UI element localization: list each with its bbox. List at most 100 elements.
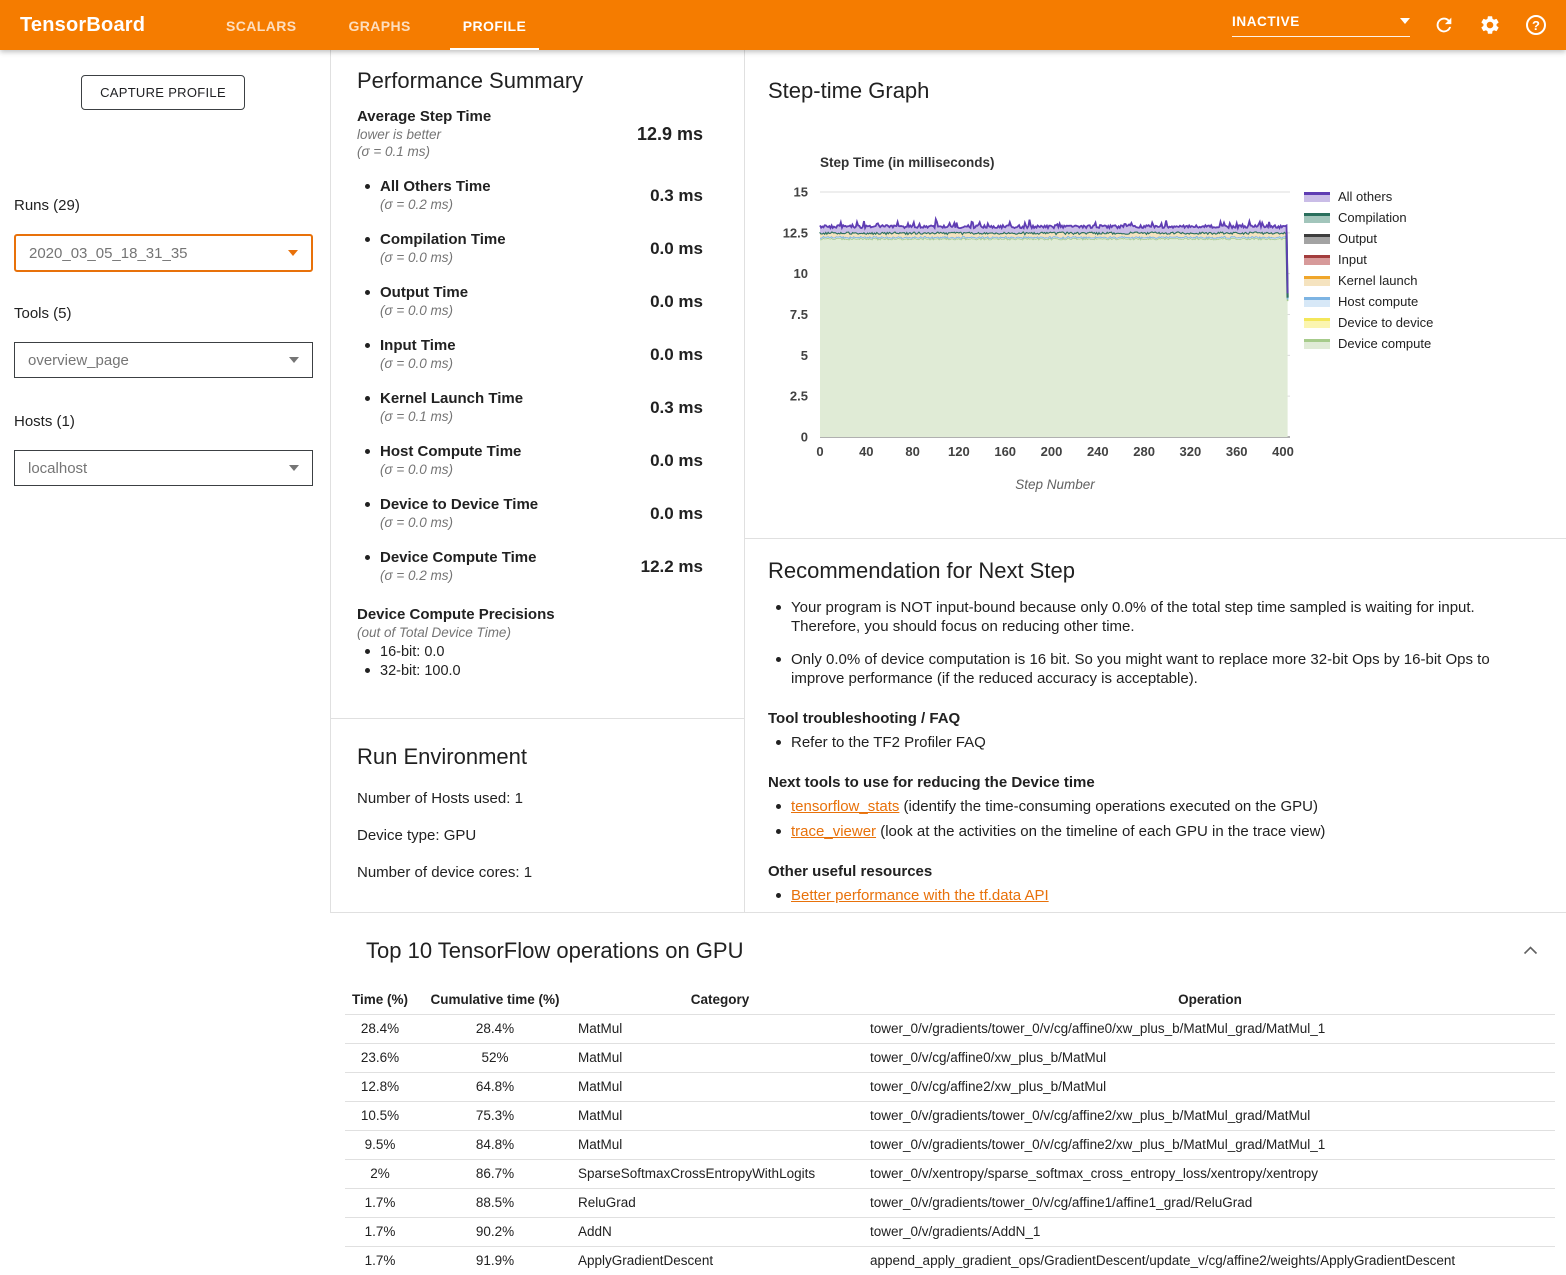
tab-scalars[interactable]: SCALARS: [213, 0, 309, 50]
performance-summary-section: Performance Summary Average Step Time lo…: [330, 50, 744, 679]
table-cell: ApplyGradientDescent: [575, 1246, 865, 1275]
table-row: 1.7%91.9%ApplyGradientDescentappend_appl…: [345, 1246, 1555, 1275]
svg-text:10: 10: [794, 266, 808, 281]
faq-header: Tool troubleshooting / FAQ: [768, 710, 1532, 727]
precision-item: 32-bit: 100.0: [357, 663, 703, 679]
metric-sigma: (σ = 0.1 ms): [380, 408, 523, 425]
table-cell: 86.7%: [415, 1159, 575, 1188]
settings-gear-icon[interactable]: [1478, 13, 1502, 37]
table-cell: tower_0/v/gradients/AddN_1: [865, 1217, 1555, 1246]
metric-sigma: (σ = 0.2 ms): [380, 196, 491, 213]
metric-row: Compilation Time(σ = 0.0 ms)0.0 ms: [357, 231, 703, 266]
svg-text:Output: Output: [1338, 231, 1377, 246]
recommendation-bullet: Your program is NOT input-bound because …: [768, 598, 1532, 636]
tool-link[interactable]: trace_viewer: [791, 823, 876, 840]
metric-value: 0.0 ms: [650, 239, 703, 259]
svg-text:280: 280: [1133, 444, 1155, 459]
metric-row: Kernel Launch Time(σ = 0.1 ms)0.3 ms: [357, 390, 703, 425]
svg-text:0: 0: [816, 444, 823, 459]
table-cell: 90.2%: [415, 1217, 575, 1246]
svg-text:15: 15: [794, 185, 808, 200]
bullet: [776, 804, 781, 809]
tool-item: trace_viewer (look at the activities on …: [768, 822, 1532, 841]
metric-label: All Others Time: [380, 178, 491, 196]
svg-text:Device to device: Device to device: [1338, 315, 1433, 330]
metric-sigma: (σ = 0.0 ms): [380, 461, 521, 478]
svg-text:40: 40: [859, 444, 873, 459]
table-cell: SparseSoftmaxCrossEntropyWithLogits: [575, 1159, 865, 1188]
tools-select[interactable]: overview_page: [14, 342, 313, 378]
faq-item-text: Refer to the TF2 Profiler FAQ: [791, 733, 986, 752]
table-cell: tower_0/v/cg/affine2/xw_plus_b/MatMul: [865, 1072, 1555, 1101]
top-ops-section: Top 10 TensorFlow operations on GPU Time…: [330, 912, 1566, 1275]
bullet: [365, 290, 370, 295]
question-mark-glyph: ?: [1526, 15, 1546, 35]
step-time-graph-section: Step-time Graph 02.557.51012.51504080120…: [744, 50, 1566, 538]
tab-profile[interactable]: PROFILE: [450, 0, 539, 50]
bullet: [776, 829, 781, 834]
table-cell: 12.8%: [345, 1072, 415, 1101]
hosts-select[interactable]: localhost: [14, 450, 313, 486]
svg-text:200: 200: [1041, 444, 1063, 459]
chevron-down-icon: [289, 357, 299, 363]
metric-note: lower is better: [357, 126, 491, 143]
svg-text:360: 360: [1226, 444, 1248, 459]
run-environment-title: Run Environment: [357, 744, 714, 770]
table-cell: 52%: [415, 1043, 575, 1072]
metric-value: 0.0 ms: [650, 451, 703, 471]
svg-text:Step Number: Step Number: [1015, 477, 1095, 492]
table-cell: MatMul: [575, 1101, 865, 1130]
metric-row: Device Compute Time(σ = 0.2 ms)12.2 ms: [357, 549, 703, 584]
metric-label: Average Step Time: [357, 108, 491, 126]
svg-text:320: 320: [1180, 444, 1202, 459]
metric-row: Device to Device Time(σ = 0.0 ms)0.0 ms: [357, 496, 703, 531]
bullet: [776, 893, 781, 898]
metric-row: All Others Time(σ = 0.2 ms)0.3 ms: [357, 178, 703, 213]
metric-sigma: (σ = 0.0 ms): [380, 355, 456, 372]
appbar-controls: INACTIVE ?: [1232, 13, 1548, 37]
svg-text:All others: All others: [1338, 189, 1393, 204]
svg-text:5: 5: [801, 348, 808, 363]
tool-link[interactable]: tensorflow_stats: [791, 798, 899, 815]
capture-profile-button[interactable]: CAPTURE PROFILE: [81, 75, 245, 110]
metric-value: 0.0 ms: [650, 345, 703, 365]
metric-label: Output Time: [380, 284, 468, 302]
svg-text:12.5: 12.5: [783, 225, 808, 240]
table-row: 28.4%28.4%MatMultower_0/v/gradients/towe…: [345, 1014, 1555, 1043]
bullet: [365, 668, 370, 673]
app-title: TensorBoard: [20, 14, 180, 37]
bullet: [365, 396, 370, 401]
metric-value: 0.3 ms: [650, 398, 703, 418]
collapse-chevron-up-icon[interactable]: [1523, 942, 1539, 954]
table-cell: 84.8%: [415, 1130, 575, 1159]
runs-select[interactable]: 2020_03_05_18_31_35: [14, 234, 313, 272]
runs-select-value: 2020_03_05_18_31_35: [29, 245, 188, 262]
tab-graphs[interactable]: GRAPHS: [335, 0, 423, 50]
table-cell: tower_0/v/gradients/tower_0/v/cg/affine1…: [865, 1188, 1555, 1217]
status-dropdown[interactable]: INACTIVE: [1232, 14, 1410, 37]
resource-item: Better performance with the tf.data API: [768, 886, 1532, 905]
metric-row: Host Compute Time(σ = 0.0 ms)0.0 ms: [357, 443, 703, 478]
metric-row: Output Time(σ = 0.0 ms)0.0 ms: [357, 284, 703, 319]
metric-value: 0.0 ms: [650, 292, 703, 312]
run-environment-section: Run Environment Number of Hosts used: 1D…: [330, 718, 744, 881]
status-label: INACTIVE: [1232, 14, 1300, 29]
resource-link[interactable]: Better performance with the tf.data API: [791, 887, 1049, 904]
help-icon[interactable]: ?: [1524, 13, 1548, 37]
refresh-icon[interactable]: [1432, 13, 1456, 37]
table-cell: tower_0/v/gradients/tower_0/v/cg/affine0…: [865, 1014, 1555, 1043]
table-cell: 91.9%: [415, 1246, 575, 1275]
table-cell: AddN: [575, 1217, 865, 1246]
table-cell: MatMul: [575, 1043, 865, 1072]
table-cell: 1.7%: [345, 1188, 415, 1217]
table-cell: 28.4%: [345, 1014, 415, 1043]
table-cell: tower_0/v/gradients/tower_0/v/cg/affine2…: [865, 1130, 1555, 1159]
table-row: 12.8%64.8%MatMultower_0/v/cg/affine2/xw_…: [345, 1072, 1555, 1101]
table-cell: 23.6%: [345, 1043, 415, 1072]
precisions-note: (out of Total Device Time): [357, 624, 703, 641]
chevron-down-icon: [1400, 18, 1410, 24]
resources-header: Other useful resources: [768, 863, 1532, 880]
table-cell: tower_0/v/xentropy/sparse_softmax_cross_…: [865, 1159, 1555, 1188]
app-bar: TensorBoard SCALARS GRAPHS PROFILE INACTIV…: [0, 0, 1566, 50]
env-line: Number of Hosts used: 1: [357, 790, 714, 807]
